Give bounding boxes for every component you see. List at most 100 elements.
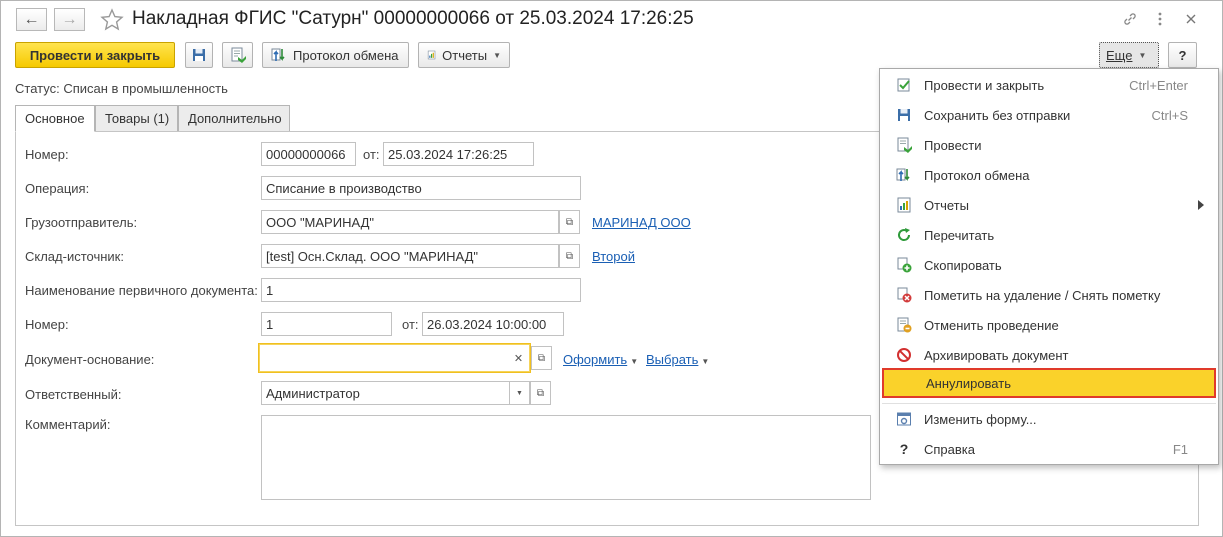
close-icon <box>1186 14 1196 24</box>
forward-button[interactable]: → <box>54 8 85 31</box>
basis-clear-button[interactable]: ✕ <box>508 346 529 370</box>
save-button[interactable] <box>185 42 213 68</box>
status-value: Списан в промышленность <box>63 81 228 96</box>
change-form-icon <box>896 411 912 427</box>
mark-delete-icon <box>896 287 912 303</box>
open-window-icon: ⧉ <box>565 250 574 262</box>
comment-field[interactable] <box>261 415 871 500</box>
back-button[interactable]: ← <box>16 8 47 31</box>
primary-from-label: от: <box>402 317 419 332</box>
floppy-disk-icon <box>193 49 205 61</box>
link-icon <box>1124 13 1136 25</box>
comment-label: Комментарий: <box>25 417 111 432</box>
post-icon <box>896 137 912 153</box>
dropdown-arrow-icon: ▼ <box>630 357 639 366</box>
basis-select-link[interactable]: Выбрать ▼ <box>646 352 709 367</box>
primary-number-field[interactable]: 1 <box>261 312 392 336</box>
exchange-log-button[interactable]: Протокол обмена <box>262 42 409 68</box>
primary-date-field[interactable]: 26.03.2024 10:00:00 <box>422 312 564 336</box>
reports-button[interactable]: Отчеты ▼ <box>418 42 510 68</box>
status-label: Статус: <box>15 81 60 96</box>
open-window-icon: ⧉ <box>536 387 545 399</box>
tab-additional[interactable]: Дополнительно <box>178 105 290 132</box>
menu-item-post-and-close[interactable]: Провести и закрыть Ctrl+Enter <box>880 70 1218 100</box>
menu-item-change-form[interactable]: Изменить форму... <box>880 404 1218 434</box>
clear-x-icon: ✕ <box>513 352 524 365</box>
tab-goods[interactable]: Товары (1) <box>95 105 178 132</box>
primary-number-label: Номер: <box>25 317 69 332</box>
star-icon <box>100 8 124 31</box>
menu-item-reread[interactable]: Перечитать <box>880 220 1218 250</box>
menu-item-archive[interactable]: Архивировать документ <box>880 340 1218 370</box>
exchange-icon <box>896 167 912 183</box>
responsible-label: Ответственный: <box>25 387 122 402</box>
open-window-icon: ⧉ <box>565 216 574 228</box>
menu-item-reports[interactable]: Отчеты <box>880 190 1218 220</box>
close-button[interactable] <box>1181 10 1201 28</box>
open-window-icon: ⧉ <box>537 352 546 364</box>
number-label: Номер: <box>25 147 69 162</box>
basis-field[interactable] <box>258 343 531 373</box>
basis-issue-link[interactable]: Оформить ▼ <box>563 352 638 367</box>
dropdown-arrow-icon: ▼ <box>1138 50 1147 60</box>
dropdown-arrow-icon: ▼ <box>701 357 710 366</box>
shipper-open-button[interactable]: ⧉ <box>559 210 580 234</box>
operation-field[interactable]: Списание в производство <box>261 176 581 200</box>
exchange-arrows-icon <box>271 48 285 61</box>
menu-item-save-without-sending[interactable]: Сохранить без отправки Ctrl+S <box>880 100 1218 130</box>
link-button[interactable] <box>1120 10 1140 28</box>
shipper-link[interactable]: МАРИНАД ООО <box>592 215 691 230</box>
menu-item-mark-delete[interactable]: Пометить на удаление / Снять пометку <box>880 280 1218 310</box>
status-line: Статус: Списан в промышленность <box>15 81 228 96</box>
post-button[interactable] <box>222 42 253 68</box>
annul-icon <box>898 375 914 391</box>
reports-icon <box>896 197 912 213</box>
responsible-field[interactable]: Администратор <box>261 381 510 405</box>
menu-item-post[interactable]: Провести <box>880 130 1218 160</box>
menu-item-copy[interactable]: Скопировать <box>880 250 1218 280</box>
shipper-field[interactable]: ООО "МАРИНАД" <box>261 210 559 234</box>
favorite-star-button[interactable] <box>100 8 124 35</box>
primary-doc-field[interactable]: 1 <box>261 278 581 302</box>
refresh-icon <box>896 227 912 243</box>
responsible-open-button[interactable]: ⧉ <box>530 381 551 405</box>
document-post-icon <box>231 47 246 63</box>
basis-open-button[interactable]: ⧉ <box>531 346 552 370</box>
date-field[interactable]: 25.03.2024 17:26:25 <box>383 142 534 166</box>
menu-item-cancel-posting[interactable]: Отменить проведение <box>880 310 1218 340</box>
warehouse-open-button[interactable]: ⧉ <box>559 244 580 268</box>
responsible-dropdown-button[interactable]: ▼ <box>509 381 530 405</box>
copy-icon <box>896 257 912 273</box>
tab-main[interactable]: Основное <box>15 105 95 132</box>
cancel-post-icon <box>896 317 912 333</box>
window-title: Накладная ФГИС "Сатурн" 00000000066 от 2… <box>132 8 694 29</box>
window-menu-button[interactable] <box>1150 10 1170 28</box>
post-close-icon <box>896 77 912 93</box>
more-menu: Провести и закрыть Ctrl+Enter Сохранить … <box>879 68 1219 465</box>
dropdown-arrow-icon: ▼ <box>493 50 501 60</box>
warehouse-label: Склад-источник: <box>25 249 124 264</box>
warehouse-field[interactable]: [test] Осн.Склад. ООО "МАРИНАД" <box>261 244 559 268</box>
help-button[interactable]: ? <box>1168 42 1197 68</box>
shipper-label: Грузоотправитель: <box>25 215 138 230</box>
arrow-left-icon: ← <box>23 10 40 28</box>
primary-doc-label: Наименование первичного документа: <box>25 283 258 298</box>
arrow-right-icon: → <box>61 10 78 28</box>
warehouse-link[interactable]: Второй <box>592 249 635 264</box>
reports-icon <box>427 50 436 60</box>
post-and-close-button[interactable]: Провести и закрыть <box>15 42 175 68</box>
menu-item-annul[interactable]: Аннулировать <box>882 368 1216 398</box>
vertical-dots-icon <box>1158 12 1162 26</box>
dropdown-arrow-icon: ▼ <box>516 389 523 397</box>
help-icon: ? <box>899 441 909 457</box>
number-field[interactable]: 00000000066 <box>261 142 356 166</box>
menu-item-exchange-log[interactable]: Протокол обмена <box>880 160 1218 190</box>
menu-item-help[interactable]: ? Справка F1 <box>880 434 1218 464</box>
document-window: ← → Накладная ФГИС "Сатурн" 00000000066 … <box>0 0 1223 537</box>
from-label: от: <box>363 147 380 162</box>
save-icon <box>896 107 912 123</box>
more-button[interactable]: Еще ▼ <box>1099 42 1159 68</box>
submenu-arrow-icon <box>1198 200 1204 210</box>
basis-label: Документ-основание: <box>25 352 155 367</box>
archive-icon <box>896 347 912 363</box>
